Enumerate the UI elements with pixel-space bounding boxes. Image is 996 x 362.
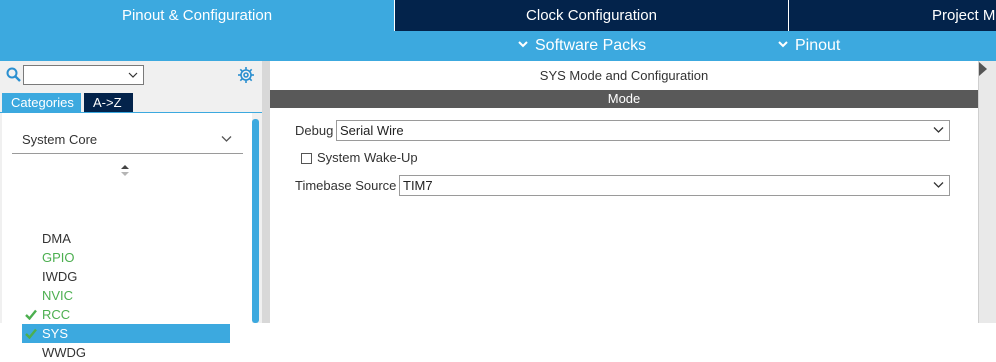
item-label: NVIC xyxy=(42,288,74,303)
list-item-gpio[interactable]: GPIO xyxy=(22,248,230,267)
collapse-arrow-icon[interactable] xyxy=(979,61,987,91)
software-packs-menu[interactable]: Software Packs xyxy=(518,31,646,61)
page-title: SYS Mode and Configuration xyxy=(539,68,709,83)
list-item-nvic[interactable]: NVIC xyxy=(22,286,230,305)
list-item-wwdg[interactable]: WWDG xyxy=(22,343,230,362)
list-item-sys[interactable]: SYS xyxy=(22,324,230,343)
system-wakeup-checkbox[interactable] xyxy=(301,153,312,164)
timebase-source-label: Timebase Source xyxy=(295,178,397,193)
list-item-iwdg[interactable]: IWDG xyxy=(22,267,230,286)
sort-arrows-icon[interactable] xyxy=(120,164,130,177)
tab-clock-configuration[interactable]: Clock Configuration xyxy=(394,0,788,31)
category-tree: System Core DMA GPIO IWDG NVIC RCC SYS W… xyxy=(2,113,252,360)
item-label: IWDG xyxy=(42,269,78,284)
debug-label: Debug xyxy=(295,123,334,138)
panel-splitter[interactable] xyxy=(262,61,270,323)
top-tab-bar: Pinout & Configuration Clock Configurati… xyxy=(0,0,996,31)
tab-project-manager[interactable]: Project Ma xyxy=(788,0,996,31)
item-label: WWDG xyxy=(42,345,87,360)
software-packs-label: Software Packs xyxy=(535,37,647,54)
timebase-source-select[interactable]: TIM7 xyxy=(399,175,950,196)
search-input[interactable] xyxy=(23,65,144,85)
chevron-down-icon xyxy=(518,41,528,48)
sys-configuration-panel: SYS Mode and Configuration Mode Debug Se… xyxy=(270,61,978,323)
search-icon xyxy=(6,67,21,82)
chevron-down-icon[interactable] xyxy=(128,70,138,80)
debug-select[interactable]: Serial Wire xyxy=(336,120,950,141)
mode-header[interactable]: Mode xyxy=(270,90,978,108)
item-label: RCC xyxy=(42,307,71,322)
item-label: GPIO xyxy=(42,250,75,265)
check-icon xyxy=(25,309,37,320)
system-wakeup-label: System Wake-Up xyxy=(317,150,418,165)
check-icon xyxy=(25,328,37,339)
chevron-down-icon[interactable] xyxy=(933,181,944,189)
item-label: SYS xyxy=(42,326,69,341)
tab-a-z[interactable]: A->Z xyxy=(84,93,133,112)
debug-value: Serial Wire xyxy=(340,123,404,138)
tree-scrollbar-thumb[interactable] xyxy=(252,119,259,323)
item-label: DMA xyxy=(42,231,71,246)
group-label: System Core xyxy=(22,132,98,147)
list-item-rcc[interactable]: RCC xyxy=(22,305,230,324)
group-system-core[interactable]: System Core xyxy=(12,127,243,154)
pinout-label: Pinout xyxy=(795,37,841,54)
categories-panel: Categories A->Z System Core DMA GPIO IWD… xyxy=(0,61,262,360)
timebase-source-value: TIM7 xyxy=(403,178,433,193)
tab-categories[interactable]: Categories xyxy=(2,93,81,112)
right-collapse-bar[interactable] xyxy=(978,61,996,323)
pinout-menu[interactable]: Pinout xyxy=(778,31,840,61)
gear-icon[interactable] xyxy=(237,66,255,84)
chevron-down-icon[interactable] xyxy=(221,135,232,143)
chevron-down-icon xyxy=(778,41,788,48)
sub-menu-bar: Software Packs Pinout xyxy=(0,31,996,61)
chevron-down-icon[interactable] xyxy=(933,126,944,134)
tab-pinout-configuration[interactable]: Pinout & Configuration xyxy=(0,0,394,31)
list-item-dma[interactable]: DMA xyxy=(22,229,230,248)
